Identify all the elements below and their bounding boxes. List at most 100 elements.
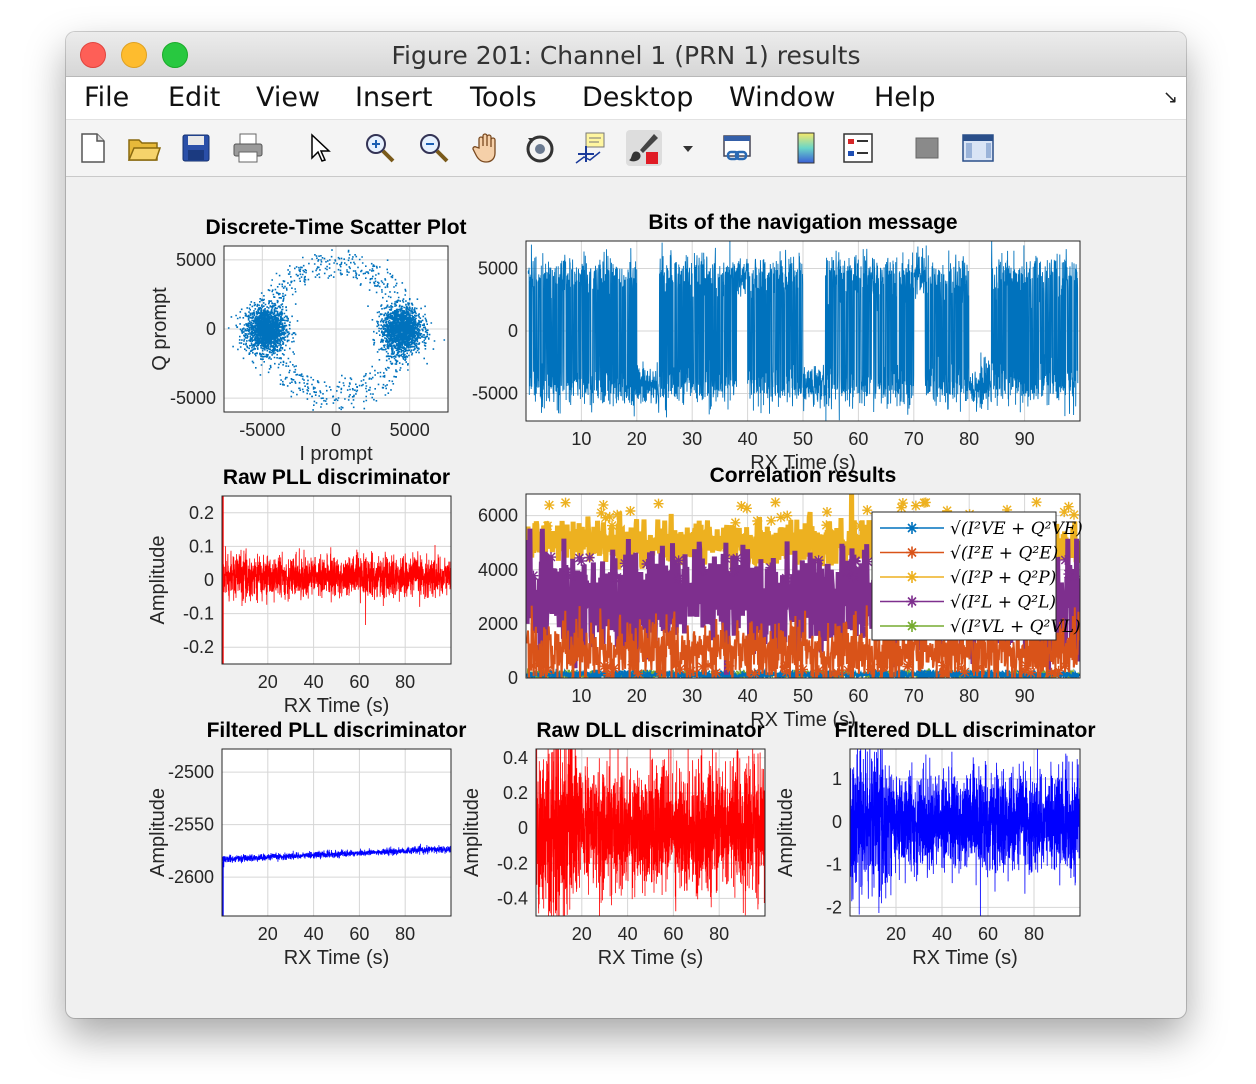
y-axis-label: Amplitude <box>147 536 169 625</box>
corr-marker <box>584 552 595 563</box>
y-tick-label: 0 <box>508 668 518 688</box>
corr-marker <box>574 552 585 563</box>
corr-marker <box>641 558 652 569</box>
open-file-icon[interactable] <box>126 130 162 166</box>
x-tick-label: 60 <box>349 672 369 692</box>
rotate-3d-icon[interactable] <box>522 130 558 166</box>
corr-marker <box>724 660 735 671</box>
legend-icon[interactable] <box>840 130 876 166</box>
menu-desktop[interactable]: Desktop <box>582 82 693 113</box>
corr-marker <box>781 573 792 584</box>
corr-marker <box>862 505 873 516</box>
menu-insert[interactable]: Insert <box>355 82 432 113</box>
corr-marker <box>850 556 861 567</box>
show-plot-tools-icon[interactable] <box>960 130 996 166</box>
corr-marker <box>528 570 539 581</box>
toolbar <box>66 119 1186 177</box>
title-bar[interactable]: Figure 201: Channel 1 (PRN 1) results <box>66 32 1186 77</box>
corr-marker <box>542 665 553 676</box>
print-icon[interactable] <box>230 130 266 166</box>
menu-window[interactable]: Window <box>729 82 835 113</box>
x-tick-label: 40 <box>738 686 758 706</box>
menu-file[interactable]: File <box>84 82 129 113</box>
link-plot-icon[interactable] <box>720 130 756 166</box>
legend-label: √(I²E + Q²E) <box>950 544 1058 564</box>
y-tick-label: 4000 <box>478 560 518 580</box>
menu-tools[interactable]: Tools <box>470 82 537 113</box>
chart-title: Filtered DLL discriminator <box>835 719 1096 742</box>
zoom-in-icon[interactable] <box>362 130 398 166</box>
corr-marker <box>897 498 908 509</box>
zoom-out-icon[interactable] <box>416 130 452 166</box>
brush-dropdown-icon[interactable] <box>670 130 693 166</box>
corr-marker <box>711 667 722 678</box>
pointer-icon[interactable] <box>302 130 338 166</box>
x-tick-label: 30 <box>682 429 702 449</box>
save-icon[interactable] <box>178 130 214 166</box>
legend-label: √(I²L + Q²L) <box>950 593 1056 613</box>
corr-marker <box>609 663 620 674</box>
y-tick-label: 6000 <box>478 506 518 526</box>
corr-marker <box>1025 667 1036 678</box>
corr-marker <box>940 666 951 677</box>
chart-title: Raw DLL discriminator <box>536 719 764 742</box>
corr-marker <box>813 555 824 566</box>
x-tick-label: 20 <box>258 672 278 692</box>
corr-marker <box>775 512 786 523</box>
corr-marker <box>627 659 638 670</box>
dock-arrow-icon[interactable]: ↘ <box>1163 87 1178 108</box>
corr-marker <box>720 553 731 564</box>
corr-marker <box>903 659 914 670</box>
new-figure-icon[interactable] <box>74 130 110 166</box>
x-tick-label: 0 <box>331 420 341 440</box>
corr-marker <box>697 565 708 576</box>
chart-title: Raw PLL discriminator <box>223 466 450 489</box>
x-tick-label: 5000 <box>390 420 430 440</box>
corr-marker <box>655 666 666 677</box>
y-tick-label: 5000 <box>176 250 216 270</box>
x-tick-label: 70 <box>904 686 924 706</box>
x-tick-label: 40 <box>304 672 324 692</box>
x-tick-label: 50 <box>793 686 813 706</box>
x-tick-label: 80 <box>395 672 415 692</box>
y-tick-label: 0.2 <box>189 503 214 523</box>
x-tick-label: 30 <box>682 686 702 706</box>
colorbar-icon[interactable] <box>788 130 824 166</box>
corr-marker <box>829 668 840 678</box>
data-cursor-icon[interactable] <box>574 130 610 166</box>
x-tick-label: 80 <box>1024 924 1044 944</box>
y-tick-label: 0 <box>508 321 518 341</box>
x-axis-label: RX Time (s) <box>284 947 390 969</box>
corr-marker <box>854 521 865 532</box>
x-tick-label: 50 <box>793 429 813 449</box>
corr-marker <box>730 517 741 528</box>
x-tick-label: 20 <box>258 924 278 944</box>
corr-marker <box>544 500 555 511</box>
y-tick-label: -2550 <box>168 815 214 835</box>
pan-hand-icon[interactable] <box>470 130 506 166</box>
legend-label: √(I²VE + Q²VE) <box>950 519 1083 539</box>
x-tick-label: 80 <box>395 924 415 944</box>
corr-marker <box>1063 569 1074 580</box>
menu-edit[interactable]: Edit <box>168 82 220 113</box>
x-tick-label: -5000 <box>239 420 285 440</box>
hide-plot-tools-icon[interactable] <box>910 130 946 166</box>
corr-marker <box>619 558 630 569</box>
x-tick-label: 40 <box>738 429 758 449</box>
chart-title: Discrete-Time Scatter Plot <box>205 216 466 239</box>
corr-marker <box>653 498 664 509</box>
y-tick-label: -1 <box>826 855 842 875</box>
corr-marker <box>625 505 636 516</box>
x-tick-label: 20 <box>627 686 647 706</box>
menu-view[interactable]: View <box>256 82 320 113</box>
x-tick-label: 10 <box>571 429 591 449</box>
corr-marker <box>546 552 557 563</box>
brush-icon[interactable] <box>626 130 662 166</box>
y-tick-label: -2 <box>826 897 842 917</box>
menu-help[interactable]: Help <box>874 82 936 113</box>
x-tick-label: 40 <box>304 924 324 944</box>
corr-marker <box>781 666 792 677</box>
corr-marker <box>920 497 931 508</box>
corr-marker <box>843 665 854 676</box>
x-axis-label: I prompt <box>299 443 373 465</box>
